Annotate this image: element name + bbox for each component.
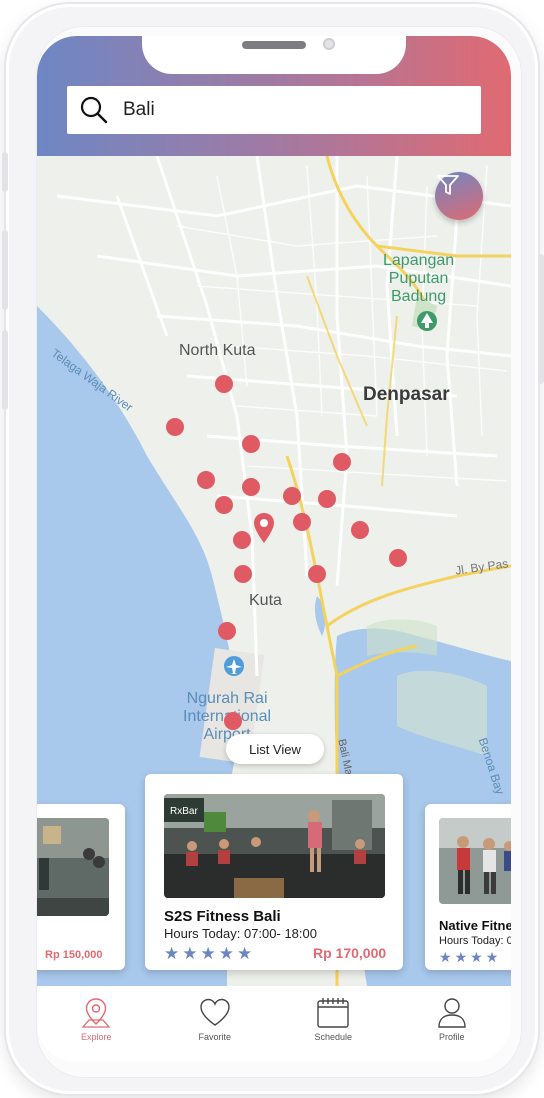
gym-pin[interactable] (318, 490, 336, 508)
rating-stars: ★ ★ ★ ★ ★ (164, 945, 252, 962)
gym-photo (439, 818, 511, 904)
gym-photo-image (439, 818, 511, 904)
gym-card-s2s-fitness[interactable]: RxBar S2S Fitness Bali Hours Today: 07:0… (145, 774, 403, 970)
map-pin-icon (81, 998, 111, 1028)
gym-pin[interactable] (242, 478, 260, 496)
gym-title: Native Fitne (439, 918, 511, 933)
header-bar (37, 36, 511, 156)
gym-pin[interactable] (308, 565, 326, 583)
gym-price: Rp 170,000 (313, 945, 387, 961)
nav-schedule[interactable]: Schedule (283, 996, 383, 1042)
star-icon: ★ (237, 944, 253, 963)
volume-down-button (2, 330, 8, 410)
map-label-denpasar: Denpasar (363, 384, 450, 405)
gym-pin[interactable] (218, 622, 236, 640)
gym-pin[interactable] (233, 531, 251, 549)
gym-pin[interactable] (333, 453, 351, 471)
filter-icon (437, 175, 459, 195)
star-icon: ★ (218, 944, 234, 963)
gym-pin[interactable] (389, 549, 407, 567)
map-label-north-kuta: North Kuta (179, 342, 256, 359)
map-label-kuta: Kuta (249, 592, 282, 609)
speaker-grille (242, 41, 306, 49)
gym-photo: RxBar (164, 794, 385, 898)
search-icon (80, 96, 108, 124)
star-icon: ★ (182, 944, 198, 963)
gym-pin[interactable] (215, 375, 233, 393)
star-icon: ★ (485, 949, 499, 965)
gym-pin[interactable] (197, 471, 215, 489)
gym-pin[interactable] (351, 521, 369, 539)
gym-pin[interactable] (293, 513, 311, 531)
nav-label: Explore (80, 1032, 112, 1042)
gym-card-native-fitness[interactable]: Native Fitne Hours Today: 0 ★ ★ ★ ★ (425, 804, 511, 970)
gym-photo-image: RxBar (164, 794, 385, 898)
phone-notch (142, 36, 406, 74)
gym-photo (37, 818, 109, 916)
nav-label: Schedule (314, 1032, 353, 1042)
bottom-nav: Explore Favorite Schedule Profile (37, 988, 511, 1062)
star-icon: ★ (200, 944, 216, 963)
map-label-lapangan-puputan-badung: Lapangan Puputan Badung (383, 252, 455, 305)
gym-pin[interactable] (215, 496, 233, 514)
current-location-marker-icon[interactable] (253, 512, 275, 544)
mute-switch (2, 152, 8, 192)
nav-profile[interactable]: Profile (402, 996, 502, 1042)
nav-explore[interactable]: Explore (46, 996, 146, 1042)
app-screen: North Kuta Denpasar Kuta Lapangan Puputa… (37, 36, 511, 1062)
person-icon (438, 998, 466, 1028)
nav-favorite[interactable]: Favorite (165, 996, 265, 1042)
gym-price: Rp 150,000 (45, 949, 103, 961)
svg-text:RxBar: RxBar (170, 806, 198, 817)
front-camera (323, 38, 335, 50)
volume-up-button (2, 230, 8, 310)
star-icon: ★ (439, 949, 452, 965)
gym-pin[interactable] (224, 712, 242, 730)
filter-button[interactable] (435, 172, 483, 220)
nav-label: Profile (438, 1032, 465, 1042)
list-view-button[interactable]: List View (226, 734, 324, 764)
gym-hours: Hours Today: 0 (439, 935, 511, 947)
rating-stars: ★ ★ ★ ★ (439, 949, 498, 966)
gym-card-left[interactable]: Rp 150,000 (37, 804, 125, 970)
star-icon: ★ (470, 949, 483, 965)
heart-icon (200, 998, 230, 1026)
gym-hours: Hours Today: 07:00- 18:00 (164, 926, 317, 941)
star-icon: ★ (164, 944, 180, 963)
calendar-icon (317, 998, 349, 1028)
gym-pin[interactable] (283, 487, 301, 505)
star-icon: ★ (454, 949, 468, 965)
gym-pin[interactable] (234, 565, 252, 583)
nav-label: Favorite (198, 1032, 231, 1042)
power-button (538, 254, 544, 384)
search-bar[interactable] (67, 86, 481, 134)
gym-pin[interactable] (166, 418, 184, 436)
search-input[interactable] (123, 99, 453, 121)
gym-photo-image (37, 818, 109, 916)
gym-pin[interactable] (242, 435, 260, 453)
gym-title: S2S Fitness Bali (164, 908, 281, 925)
